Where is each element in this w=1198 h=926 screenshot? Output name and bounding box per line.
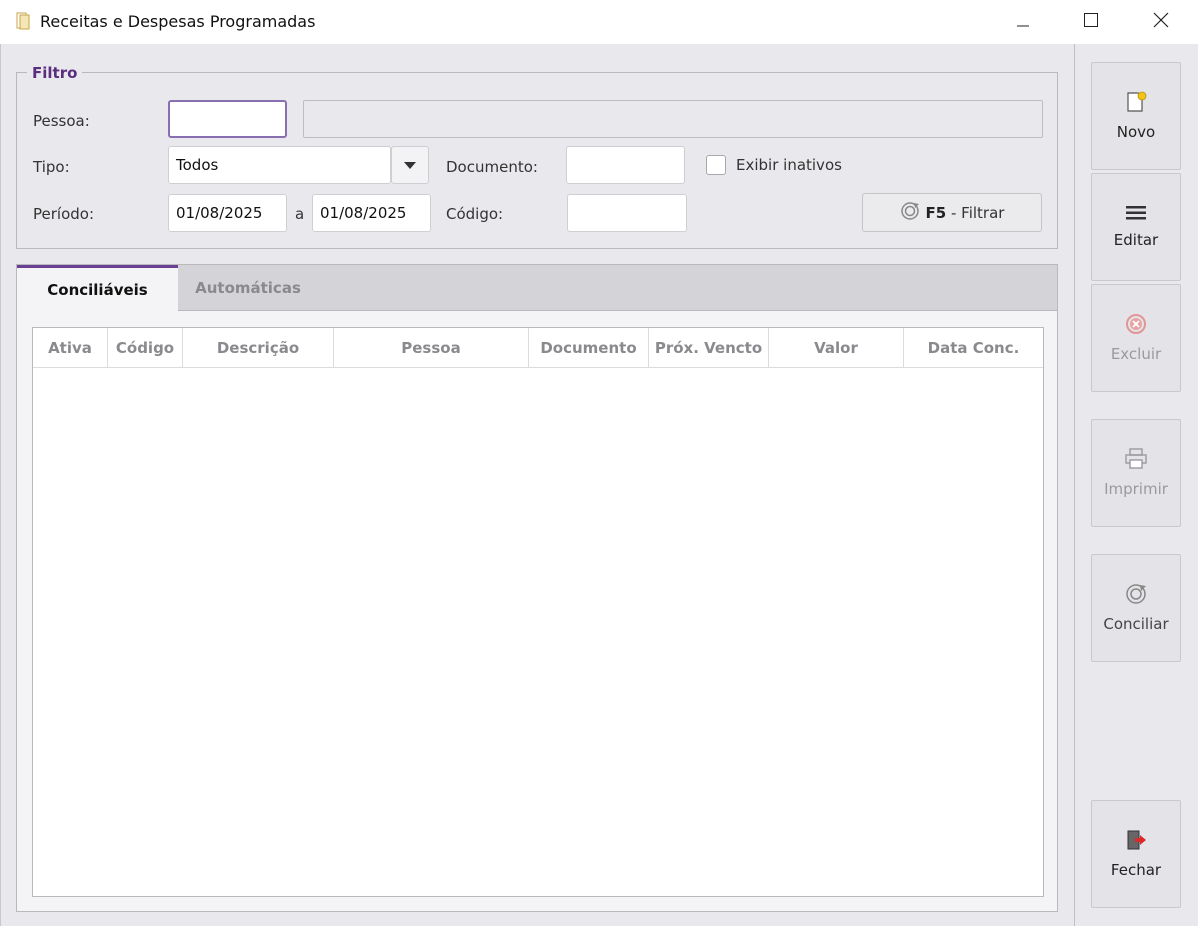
conciliar-button[interactable]: Conciliar (1091, 554, 1181, 662)
minimize-icon (1015, 12, 1031, 32)
refresh-icon (900, 201, 920, 225)
new-document-icon (1125, 91, 1147, 117)
filter-button-text: - Filtrar (946, 203, 1005, 222)
column-header-codigo[interactable]: Código (108, 328, 183, 368)
column-header-ativa[interactable]: Ativa (33, 328, 108, 368)
tipo-label: Tipo: (33, 158, 70, 176)
tab-strip: Conciliáveis Automáticas (17, 265, 1057, 312)
tab-panel: Conciliáveis Automáticas Ativa Código De… (16, 264, 1058, 912)
editar-button[interactable]: Editar (1091, 173, 1181, 281)
filter-group: Filtro Pessoa: Tipo: Todos Documento: Ex… (16, 64, 1058, 249)
filter-legend: Filtro (27, 64, 83, 82)
imprimir-label: Imprimir (1104, 480, 1168, 498)
tipo-dropdown-button[interactable] (391, 146, 429, 184)
periodo-separator: a (295, 205, 305, 223)
title-bar: Receitas e Despesas Programadas (0, 0, 1198, 44)
conciliar-label: Conciliar (1103, 615, 1169, 633)
periodo-label: Período: (33, 205, 95, 223)
printer-icon (1124, 448, 1148, 474)
close-button[interactable] (1126, 0, 1196, 44)
column-header-valor[interactable]: Valor (769, 328, 904, 368)
column-header-data-conc[interactable]: Data Conc. (904, 328, 1043, 368)
novo-button[interactable]: Novo (1091, 62, 1181, 170)
excluir-button[interactable]: Excluir (1091, 284, 1181, 392)
tab-automaticas[interactable]: Automáticas (178, 265, 318, 311)
periodo-to-input[interactable]: 01/08/2025 (312, 194, 431, 232)
exibir-inativos-label: Exibir inativos (736, 156, 842, 174)
periodo-from-input[interactable]: 01/08/2025 (168, 194, 287, 232)
tab-conciliaveis[interactable]: Conciliáveis (17, 265, 178, 312)
document-icon (16, 12, 30, 30)
codigo-input[interactable] (567, 194, 687, 232)
action-sidebar: Novo Editar Excluir Imprimir Conciliar F… (1074, 44, 1198, 926)
tipo-select[interactable]: Todos (168, 146, 391, 184)
documento-input[interactable] (566, 146, 685, 184)
exit-door-icon (1125, 829, 1147, 855)
chevron-down-icon (404, 156, 416, 174)
minimize-button[interactable] (988, 0, 1058, 44)
filter-button-key: F5 (925, 203, 947, 222)
fechar-button[interactable]: Fechar (1091, 800, 1181, 908)
maximize-button[interactable] (1056, 0, 1126, 44)
column-header-documento[interactable]: Documento (529, 328, 649, 368)
codigo-label: Código: (446, 205, 504, 223)
maximize-icon (1083, 12, 1099, 32)
exibir-inativos-checkbox[interactable] (706, 155, 726, 175)
grid-header: Ativa Código Descrição Pessoa Documento … (33, 328, 1043, 368)
column-header-prox-vencto[interactable]: Próx. Vencto (649, 328, 769, 368)
column-header-pessoa[interactable]: Pessoa (334, 328, 529, 368)
column-header-descricao[interactable]: Descrição (183, 328, 334, 368)
delete-circle-icon (1125, 313, 1147, 339)
pessoa-label: Pessoa: (33, 112, 90, 130)
close-icon (1153, 12, 1169, 32)
menu-lines-icon (1125, 205, 1147, 225)
editar-label: Editar (1113, 231, 1159, 249)
documento-label: Documento: (446, 158, 538, 176)
client-area: Filtro Pessoa: Tipo: Todos Documento: Ex… (0, 44, 1198, 926)
data-grid[interactable]: Ativa Código Descrição Pessoa Documento … (32, 327, 1044, 897)
imprimir-button[interactable]: Imprimir (1091, 419, 1181, 527)
filter-button[interactable]: F5 - Filtrar (862, 193, 1042, 232)
fechar-label: Fechar (1110, 861, 1162, 879)
pessoa-name-field (303, 100, 1043, 138)
novo-label: Novo (1116, 123, 1156, 141)
pessoa-code-input[interactable] (168, 100, 287, 138)
excluir-label: Excluir (1110, 345, 1162, 363)
window-title: Receitas e Despesas Programadas (40, 12, 316, 31)
reconcile-icon (1125, 583, 1147, 609)
